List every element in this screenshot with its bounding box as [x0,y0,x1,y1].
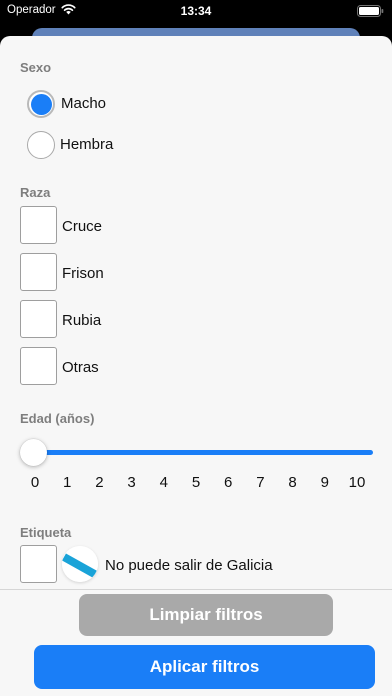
radio-button-selected[interactable] [27,90,55,118]
checkbox[interactable] [20,206,57,244]
checkbox-label: Rubia [62,312,102,329]
radio-option-macho[interactable]: Macho [27,90,227,118]
radio-button[interactable] [27,131,55,159]
section-title-etiqueta: Etiqueta [20,525,72,540]
checkbox[interactable] [20,300,57,338]
section-title-sexo: Sexo [20,60,52,75]
checkbox-label: Otras [62,359,99,376]
checkbox-label: Frison [62,265,104,282]
tick-label: 5 [191,474,201,491]
tick-label: 6 [224,474,233,491]
checkbox[interactable] [20,347,57,385]
checkbox-row-rubia[interactable]: Rubia [20,300,320,338]
radio-option-hembra[interactable]: Hembra [27,131,227,159]
section-title-edad: Edad (años) [20,411,95,426]
tick-label: 2 [95,474,104,491]
status-bar: Operador 13:34 [0,0,392,24]
tick-label: 10 [348,474,366,491]
galicia-flag-icon [62,546,98,582]
checkbox-row-no-puede-salir-de-galicia[interactable]: No puede salir de Galicia [20,545,380,583]
checkbox[interactable] [20,253,57,291]
checkbox-label: No puede salir de Galicia [105,557,273,574]
clock: 13:34 [180,4,212,18]
tick-label: 1 [63,474,72,491]
tick-label: 8 [288,474,297,491]
tick-label: 3 [127,474,136,491]
age-tick-labels: 0 1 2 3 4 5 6 7 8 9 10 [31,474,366,492]
tick-label: 4 [159,474,168,491]
checkbox-row-frison[interactable]: Frison [20,253,320,291]
tick-label: 7 [256,474,265,491]
tick-label: 0 [30,474,40,491]
age-slider[interactable] [20,436,373,468]
radio-label: Macho [61,95,107,112]
tick-label: 9 [320,474,329,491]
clear-filters-button[interactable]: Limpiar filtros [79,594,333,636]
checkbox[interactable] [20,545,57,583]
action-bar: Limpiar filtros Aplicar filtros [0,589,392,696]
checkbox-row-cruce[interactable]: Cruce [20,206,320,244]
slider-track[interactable] [32,450,373,455]
section-title-raza: Raza [20,185,51,200]
slider-thumb[interactable] [20,439,47,466]
apply-filters-button[interactable]: Aplicar filtros [34,645,375,689]
radio-label: Hembra [60,136,114,153]
checkbox-row-otras[interactable]: Otras [20,347,320,385]
battery-icon [357,5,384,17]
checkbox-label: Cruce [62,218,103,235]
filter-sheet: Sexo Macho Hembra Raza Cruce Frison Rubi… [0,36,392,696]
